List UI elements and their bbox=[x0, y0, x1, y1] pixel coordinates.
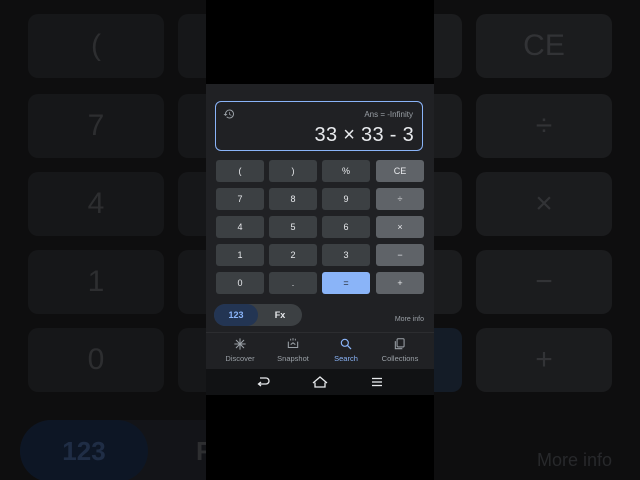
key-4[interactable]: 4 bbox=[216, 216, 264, 238]
nav-search-label: Search bbox=[334, 354, 358, 363]
mode-123-button[interactable]: 123 bbox=[214, 304, 258, 326]
key-divide[interactable]: ÷ bbox=[376, 188, 424, 210]
discover-icon bbox=[234, 338, 246, 350]
calculator-display: Ans = -Infinity 33 × 33 - 3 bbox=[215, 101, 423, 151]
key-1[interactable]: 1 bbox=[216, 244, 264, 266]
nav-discover-label: Discover bbox=[225, 354, 255, 363]
key-9[interactable]: 9 bbox=[322, 188, 370, 210]
nav-collections[interactable]: Collections bbox=[372, 337, 428, 367]
history-icon[interactable] bbox=[223, 108, 235, 120]
nav-discover[interactable]: Discover bbox=[212, 337, 268, 367]
recents-icon[interactable] bbox=[369, 375, 385, 389]
key-subtract[interactable]: − bbox=[376, 244, 424, 266]
key-7[interactable]: 7 bbox=[216, 188, 264, 210]
expression-display: 33 × 33 - 3 bbox=[314, 124, 414, 146]
nav-snapshot[interactable]: Snapshot bbox=[265, 337, 321, 367]
key-0[interactable]: 0 bbox=[216, 272, 264, 294]
snapshot-icon bbox=[287, 338, 299, 349]
nav-snapshot-label: Snapshot bbox=[277, 354, 309, 363]
collections-icon bbox=[394, 338, 405, 350]
key-open-paren[interactable]: ( bbox=[216, 160, 264, 182]
mode-fx-button[interactable]: Fx bbox=[258, 304, 302, 326]
key-percent[interactable]: % bbox=[322, 160, 370, 182]
key-5[interactable]: 5 bbox=[269, 216, 317, 238]
calculator-screen: Ans = -Infinity 33 × 33 - 3 ( ) % CE 7 8… bbox=[206, 84, 434, 395]
key-clear-entry[interactable]: CE bbox=[376, 160, 424, 182]
previous-answer: Ans = -Infinity bbox=[364, 110, 413, 119]
nav-collections-label: Collections bbox=[381, 354, 419, 363]
phone-frame: Ans = -Infinity 33 × 33 - 3 ( ) % CE 7 8… bbox=[206, 0, 434, 480]
nav-search[interactable]: Search bbox=[318, 337, 374, 367]
back-icon[interactable] bbox=[255, 375, 271, 389]
key-3[interactable]: 3 bbox=[322, 244, 370, 266]
key-8[interactable]: 8 bbox=[269, 188, 317, 210]
key-close-paren[interactable]: ) bbox=[269, 160, 317, 182]
mode-toggle: 123 Fx bbox=[214, 304, 302, 326]
key-equals[interactable]: = bbox=[322, 272, 370, 294]
more-info-link[interactable]: More info bbox=[395, 316, 424, 323]
key-multiply[interactable]: × bbox=[376, 216, 424, 238]
key-6[interactable]: 6 bbox=[322, 216, 370, 238]
home-icon[interactable] bbox=[312, 375, 328, 389]
search-icon bbox=[340, 338, 352, 350]
bottom-navigation: Discover Snapshot Search Collections bbox=[206, 332, 434, 370]
key-add[interactable]: + bbox=[376, 272, 424, 294]
key-decimal[interactable]: . bbox=[269, 272, 317, 294]
system-navigation-bar bbox=[206, 369, 434, 395]
key-2[interactable]: 2 bbox=[269, 244, 317, 266]
